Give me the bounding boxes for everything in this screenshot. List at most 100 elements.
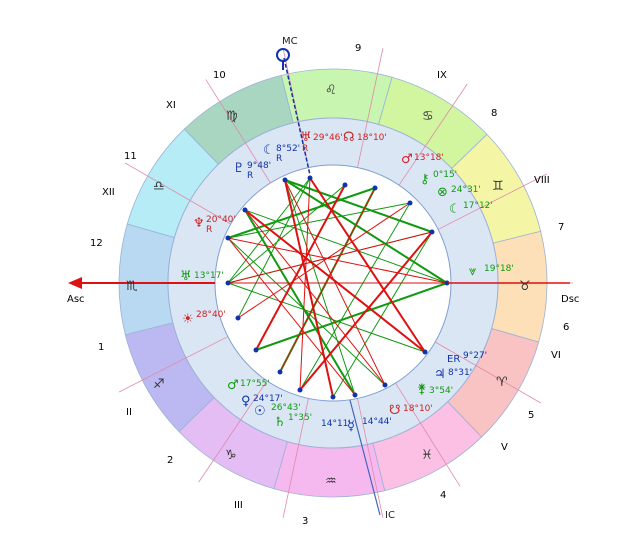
- sign-libra-icon: ♎: [153, 179, 165, 194]
- mars2-icon: ♂: [227, 378, 239, 393]
- aspect-endpoint: [225, 280, 231, 286]
- asc-label: Asc: [67, 294, 85, 305]
- south-node-icon: ☋: [389, 403, 401, 418]
- aspect-endpoint: [297, 387, 303, 393]
- house-num-8: 8: [491, 108, 497, 119]
- er-icon: ER: [447, 354, 460, 365]
- dsc-label: Dsc: [561, 294, 579, 305]
- asc-arrow: [68, 277, 82, 289]
- sign-virgo-icon: ♍: [226, 109, 238, 124]
- sun-degree: 26°43': [271, 403, 301, 413]
- aspect-endpoint: [307, 175, 313, 181]
- aspect-endpoint: [225, 235, 231, 241]
- mc-circle-icon: [276, 48, 290, 62]
- sign-aries-icon: ♈: [496, 375, 508, 390]
- pluto-icon: ♇: [233, 161, 245, 176]
- sign-leo-icon: ♌: [325, 83, 337, 98]
- sign-cancer-icon: ♋: [422, 109, 434, 124]
- fortune-icon: ⊗: [437, 185, 448, 200]
- house-roman-2: II: [126, 407, 132, 418]
- house-roman-8: VIII: [534, 175, 550, 186]
- mars-degree: 13°18': [414, 153, 444, 163]
- house-num-2: 2: [167, 455, 173, 466]
- aspect-endpoint: [429, 229, 435, 235]
- aspect-endpoint: [422, 349, 428, 355]
- lilith-degree: 17°12': [463, 201, 493, 211]
- aspect-endpoint: [235, 315, 241, 321]
- neptune-degree: 20°40': [206, 215, 236, 225]
- saturn-degree: 1°35': [288, 413, 312, 423]
- mercury-degree-right: 14°44': [362, 417, 392, 427]
- chiron-icon: ⚷: [420, 172, 430, 187]
- fortune-degree: 24°31': [451, 185, 481, 195]
- house-num-3: 3: [302, 516, 308, 527]
- uranus-icon: ♅: [300, 130, 312, 145]
- aspect-endpoint: [352, 392, 358, 398]
- house-num-12: 12: [90, 238, 103, 249]
- aspect-endpoint: [342, 182, 348, 188]
- aspect-endpoint: [330, 394, 336, 400]
- house-roman-5: V: [501, 442, 508, 453]
- sign-gemini-icon: ♊: [492, 179, 504, 194]
- house-num-6: 6: [563, 322, 569, 333]
- south-node-degree: 18°10': [403, 404, 433, 414]
- sign-aquarius-icon: ♒: [325, 474, 337, 489]
- aspect-endpoint: [253, 347, 259, 353]
- house-num-9: 9: [355, 43, 361, 54]
- sign-sagittarius-icon: ♐: [153, 377, 165, 392]
- house-num-10: 10: [213, 70, 226, 81]
- north-node-icon: ☊: [343, 130, 355, 145]
- venus-icon: ♀: [241, 394, 251, 409]
- jupiter-icon: ♃: [434, 367, 446, 382]
- uranus-degree: 29°46': [313, 133, 343, 143]
- neptune-retro: R: [206, 225, 212, 235]
- mars-icon: ♂: [401, 152, 413, 167]
- vertex-degree: 19°18': [484, 264, 514, 274]
- house-num-1: 1: [98, 342, 104, 353]
- pluto-retro: R: [247, 171, 253, 181]
- house-num-7: 7: [558, 222, 564, 233]
- chart-svg: Asc Dsc MC IC 1 2 3 4 5 6 7 8 9 10 11 12…: [67, 36, 579, 527]
- pluto-degree: 9°48': [247, 161, 271, 171]
- sun-small-icon: ☀: [182, 312, 194, 327]
- juno-icon: ⚵: [417, 382, 427, 397]
- house-roman-9: IX: [437, 70, 447, 81]
- jupiter-degree: 8°31': [448, 368, 472, 378]
- house-roman-3: III: [234, 500, 243, 511]
- aspect-endpoint: [372, 185, 378, 191]
- house-roman-6: VI: [551, 350, 561, 361]
- house-num-5: 5: [528, 410, 534, 421]
- lilith-icon: ☾: [449, 202, 461, 217]
- sign-capricorn-icon: ♑: [225, 448, 237, 463]
- sun-icon: ☉: [254, 404, 266, 419]
- asc-uranus-icon: ♅: [180, 269, 192, 284]
- astro-chart: Asc Dsc MC IC 1 2 3 4 5 6 7 8 9 10 11 12…: [0, 0, 617, 538]
- aspect-endpoint: [277, 369, 283, 375]
- house-roman-12: XII: [102, 187, 115, 198]
- aspect-endpoint: [242, 207, 248, 213]
- house-roman-11: XI: [166, 100, 176, 111]
- moon-degree: 8°52': [276, 144, 300, 154]
- sign-pisces-icon: ♓: [421, 448, 433, 463]
- sun-small-degree: 28°40': [196, 310, 226, 320]
- neptune-icon: ♆: [193, 216, 205, 231]
- chiron-degree: 0°15': [433, 170, 457, 180]
- er-degree: 9°27': [463, 351, 487, 361]
- moon-icon: ☾: [263, 143, 275, 158]
- moon-retro: R: [276, 154, 282, 164]
- aspect-endpoint: [382, 382, 388, 388]
- sign-taurus-icon: ♉: [519, 279, 531, 294]
- saturn-icon: ♄: [274, 415, 286, 430]
- north-node-degree: 18°10': [357, 133, 387, 143]
- aspect-endpoint: [407, 200, 413, 206]
- vertex-icon: ⩔: [469, 264, 476, 279]
- ic-label: IC: [385, 510, 395, 521]
- mercury-icon: ☿: [347, 419, 355, 434]
- uranus-retro: R: [302, 144, 308, 154]
- sign-scorpio-icon: ♏: [126, 279, 138, 294]
- house-num-4: 4: [440, 490, 446, 501]
- house-num-11: 11: [124, 151, 137, 162]
- asc-uranus-degree: 13°17': [194, 271, 224, 281]
- juno-degree: 3°54': [429, 386, 453, 396]
- mc-label: MC: [282, 36, 298, 47]
